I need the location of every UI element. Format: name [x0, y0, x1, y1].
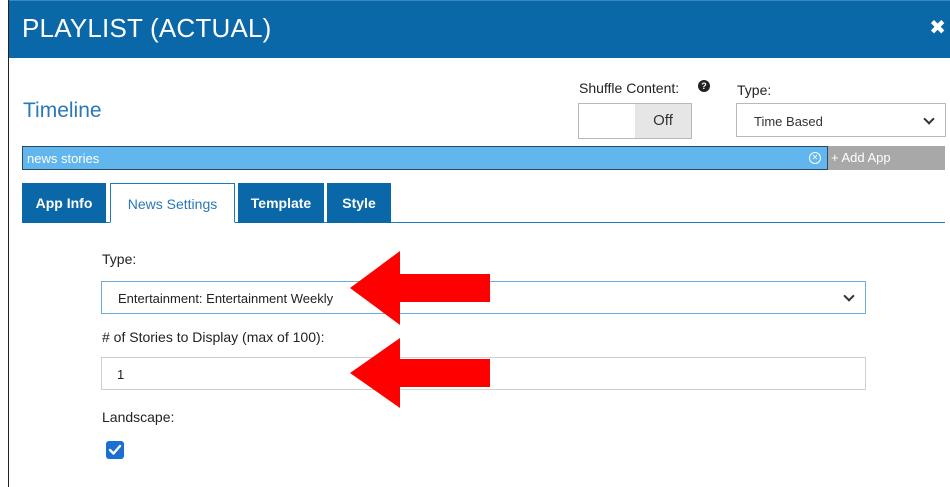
app-bar-label: news stories [27, 151, 100, 166]
chevron-down-icon [843, 290, 855, 302]
timeline-heading: Timeline [23, 99, 102, 122]
add-app-button[interactable]: + Add App [828, 146, 945, 170]
red-arrow-icon [350, 251, 490, 325]
clear-circle-icon[interactable]: ✕ [809, 152, 821, 164]
story-count-label: # of Stories to Display (max of 100): [102, 329, 325, 345]
tab-app-info[interactable]: App Info [22, 183, 106, 223]
close-icon[interactable]: ✖ [929, 18, 946, 38]
question-circle-icon[interactable]: ? [698, 80, 710, 92]
shuffle-toggle-state: Off [635, 104, 691, 138]
playlist-dialog: PLAYLIST (ACTUAL) ✖ Timeline Shuffle Con… [9, 0, 950, 487]
dialog-titlebar: PLAYLIST (ACTUAL) ✖ [9, 0, 950, 58]
red-arrow-icon [350, 338, 490, 408]
shuffle-toggle[interactable]: Off [578, 103, 692, 139]
story-count-value: 1 [117, 367, 125, 382]
landscape-checkbox[interactable] [106, 441, 124, 459]
news-type-value: Entertainment: Entertainment Weekly [118, 291, 334, 306]
chevron-down-icon [923, 113, 935, 125]
dialog-title: PLAYLIST (ACTUAL) [22, 13, 272, 43]
shuffle-content-label: Shuffle Content: [579, 80, 680, 96]
landscape-label: Landscape: [102, 409, 175, 425]
playlist-type-label: Type: [737, 82, 772, 98]
app-bar-news-stories[interactable]: news stories ✕ [22, 146, 828, 170]
playlist-type-select[interactable]: Time Based [736, 103, 946, 137]
news-type-label: Type: [102, 251, 137, 267]
tab-news-settings[interactable]: News Settings [110, 183, 235, 223]
tab-style[interactable]: Style [327, 183, 391, 223]
tab-template[interactable]: Template [238, 183, 324, 223]
checkmark-icon [108, 444, 122, 455]
playlist-type-value: Time Based [754, 114, 823, 129]
